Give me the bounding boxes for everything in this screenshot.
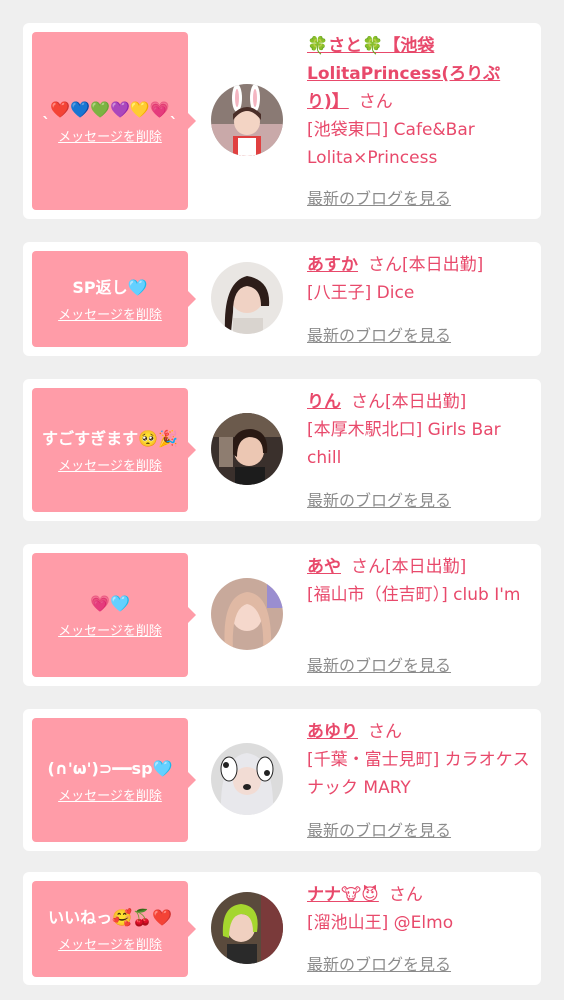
cast-name-link[interactable]: 🍀さと🍀【池袋LolitaPrincess(ろりぷり)】 xyxy=(307,36,500,112)
shop-label: [本厚木駅北口] Girls Bar chill xyxy=(307,420,501,468)
latest-blog-link[interactable]: 最新のブログを見る xyxy=(307,817,451,841)
message-card: SP返し🩵 メッセージを削除 あすか さん[本日出勤] [八王子] Dice 最新… xyxy=(23,242,541,356)
latest-blog-link[interactable]: 最新のブログを見る xyxy=(307,951,451,975)
message-text: SP返し🩵 xyxy=(72,277,148,297)
status-label: [本日出勤] xyxy=(385,392,467,412)
latest-blog-link[interactable]: 最新のブログを見る xyxy=(307,652,451,676)
latest-blog-link[interactable]: 最新のブログを見る xyxy=(307,322,451,346)
message-bubble: SP返し🩵 メッセージを削除 xyxy=(32,251,196,347)
message-card: (∩'ω')⊃━━sp🩵 メッセージを削除 あゆり さん [千葉・富士見町] カラ… xyxy=(23,709,541,851)
delete-message-link[interactable]: メッセージを削除 xyxy=(58,934,162,953)
cast-info: あすか さん[本日出勤] [八王子] Dice xyxy=(307,251,533,307)
shop-label: [八王子] Dice xyxy=(307,283,415,303)
avatar[interactable] xyxy=(211,84,283,156)
cast-name-link[interactable]: りん xyxy=(307,392,341,412)
avatar-image xyxy=(211,743,283,815)
message-card: ˎ❤️💙💚💜💛💗ˎ メッセージを削除 🍀さと🍀【池袋LolitaPrincess… xyxy=(23,23,541,219)
avatar[interactable] xyxy=(211,578,283,650)
avatar-image xyxy=(211,578,283,650)
message-text: いいねっ🥰🍒❤️ xyxy=(48,907,172,927)
avatar-image xyxy=(211,892,283,964)
honorific: さん xyxy=(351,392,385,412)
delete-message-link[interactable]: メッセージを削除 xyxy=(58,455,162,474)
cast-name-link[interactable]: あすか xyxy=(307,255,358,275)
cast-name-link[interactable]: ナナ🐮😈 xyxy=(307,885,379,905)
shop-label: [溜池山王] @Elmo xyxy=(307,913,454,933)
message-card: いいねっ🥰🍒❤️ メッセージを削除 ナナ🐮😈 さん [溜池山王] @Elmo 最新… xyxy=(23,872,541,985)
avatar[interactable] xyxy=(211,743,283,815)
message-bubble: 💗🩵 メッセージを削除 xyxy=(32,553,196,677)
honorific: さん xyxy=(351,557,385,577)
avatar-image xyxy=(211,262,283,334)
message-bubble: ˎ❤️💙💚💜💛💗ˎ メッセージを削除 xyxy=(32,32,196,210)
cast-info: 🍀さと🍀【池袋LolitaPrincess(ろりぷり)】 さん [池袋東口] Ca… xyxy=(307,32,533,172)
honorific: さん xyxy=(358,92,393,112)
honorific: さん xyxy=(388,885,423,905)
cast-name-link[interactable]: あゆり xyxy=(307,722,358,742)
message-text: (∩'ω')⊃━━sp🩵 xyxy=(47,758,173,778)
avatar[interactable] xyxy=(211,892,283,964)
delete-message-link[interactable]: メッセージを削除 xyxy=(58,126,162,145)
shop-label: [福山市（住吉町）] club I'm xyxy=(307,585,521,605)
cast-name-link[interactable]: あや xyxy=(307,557,341,577)
latest-blog-link[interactable]: 最新のブログを見る xyxy=(307,185,451,209)
message-text: 💗🩵 xyxy=(90,593,130,613)
cast-info: ナナ🐮😈 さん [溜池山王] @Elmo xyxy=(307,881,533,937)
message-text: すごすぎます🥺🎉 xyxy=(41,428,178,448)
cast-info: あや さん[本日出勤] [福山市（住吉町）] club I'm xyxy=(307,553,533,609)
delete-message-link[interactable]: メッセージを削除 xyxy=(58,304,162,323)
message-bubble: すごすぎます🥺🎉 メッセージを削除 xyxy=(32,388,196,512)
status-label: [本日出勤] xyxy=(385,557,467,577)
message-card: 💗🩵 メッセージを削除 あや さん[本日出勤] [福山市（住吉町）] club I… xyxy=(23,544,541,686)
avatar[interactable] xyxy=(211,262,283,334)
honorific: さん xyxy=(368,722,402,742)
latest-blog-link[interactable]: 最新のブログを見る xyxy=(307,487,451,511)
delete-message-link[interactable]: メッセージを削除 xyxy=(58,785,162,804)
avatar[interactable] xyxy=(211,413,283,485)
shop-label: [池袋東口] Cafe&Bar Lolita×Princess xyxy=(307,120,475,168)
avatar-image xyxy=(211,413,283,485)
message-bubble: (∩'ω')⊃━━sp🩵 メッセージを削除 xyxy=(32,718,196,842)
status-label: [本日出勤] xyxy=(402,255,484,275)
cast-info: りん さん[本日出勤] [本厚木駅北口] Girls Bar chill xyxy=(307,388,533,472)
honorific: さん xyxy=(368,255,402,275)
cast-info: あゆり さん [千葉・富士見町] カラオケスナック MARY xyxy=(307,718,533,802)
avatar-image xyxy=(211,84,283,156)
delete-message-link[interactable]: メッセージを削除 xyxy=(58,620,162,639)
message-text: ˎ❤️💙💚💜💛💗ˎ xyxy=(42,99,178,119)
shop-label: [千葉・富士見町] カラオケスナック MARY xyxy=(307,750,530,798)
message-card: すごすぎます🥺🎉 メッセージを削除 りん さん[本日出勤] [本厚木駅北口] Gi… xyxy=(23,379,541,521)
message-bubble: いいねっ🥰🍒❤️ メッセージを削除 xyxy=(32,881,196,977)
